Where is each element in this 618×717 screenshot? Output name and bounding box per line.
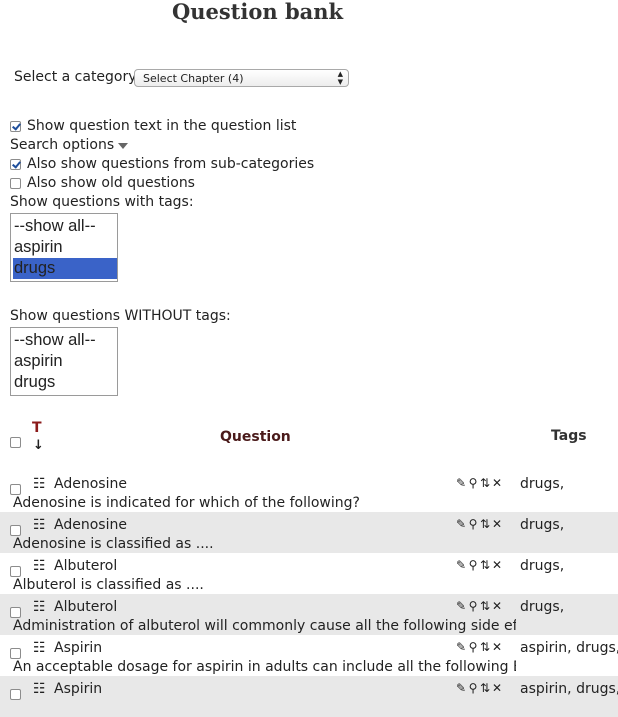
old-questions-option[interactable]: Also show old questions: [10, 175, 195, 192]
show-text-checkbox[interactable]: [10, 121, 21, 132]
question-tags: aspirin, drugs,: [520, 640, 618, 656]
preview-icon[interactable]: ⚲: [467, 599, 479, 613]
show-text-label: Show question text in the question list: [27, 118, 297, 134]
multichoice-type-icon: ☷: [33, 681, 46, 697]
table-row: ☷ Adenosine Adenosine is classified as .…: [0, 512, 618, 553]
question-text: An acceptable dosage for aspirin in adul…: [13, 659, 516, 675]
question-text: Administration of albuterol will commonl…: [13, 618, 516, 634]
move-icon[interactable]: ⇅: [479, 476, 491, 490]
preview-icon[interactable]: ⚲: [467, 681, 479, 695]
without-tags-option[interactable]: --show all--: [13, 330, 117, 351]
question-tags: drugs,: [520, 599, 565, 615]
question-text: Adenosine is classified as ....: [13, 536, 214, 552]
with-tags-option-selected[interactable]: drugs: [13, 258, 117, 279]
multichoice-type-icon: ☷: [33, 558, 46, 574]
edit-icon[interactable]: ✎: [455, 599, 467, 613]
delete-icon[interactable]: ✕: [491, 517, 503, 531]
without-tags-listbox[interactable]: --show all-- aspirin drugs: [10, 327, 118, 396]
table-row: ☷ Aspirin An acceptable dosage for aspir…: [0, 635, 618, 676]
category-select-value: Select Chapter (4): [143, 72, 244, 85]
chevron-down-icon: [118, 142, 129, 149]
multichoice-type-icon: ☷: [33, 476, 46, 492]
move-icon[interactable]: ⇅: [479, 640, 491, 654]
question-name: Aspirin: [54, 640, 103, 656]
tags-column-header: Tags: [551, 428, 587, 444]
table-row: ☷ Adenosine Adenosine is indicated for w…: [0, 471, 618, 512]
question-name: Adenosine: [54, 476, 127, 492]
edit-icon[interactable]: ✎: [455, 476, 467, 490]
delete-icon[interactable]: ✕: [491, 681, 503, 695]
multichoice-type-icon: ☷: [33, 599, 46, 615]
preview-icon[interactable]: ⚲: [467, 640, 479, 654]
sub-categories-option[interactable]: Also show questions from sub-categories: [10, 156, 314, 173]
select-arrows-icon: ▲ ▼: [337, 70, 343, 86]
move-icon[interactable]: ⇅: [479, 599, 491, 613]
without-tags-option[interactable]: aspirin: [13, 351, 117, 372]
with-tags-option[interactable]: --show all--: [13, 216, 117, 237]
question-tags: drugs,: [520, 558, 565, 574]
old-questions-label: Also show old questions: [27, 175, 195, 191]
edit-icon[interactable]: ✎: [455, 640, 467, 654]
with-tags-option[interactable]: aspirin: [13, 237, 117, 258]
question-tags: aspirin, drugs,: [520, 681, 618, 697]
multichoice-type-icon: ☷: [33, 517, 46, 533]
without-tags-label: Show questions WITHOUT tags:: [10, 308, 231, 324]
question-name: Aspirin: [54, 681, 103, 697]
preview-icon[interactable]: ⚲: [467, 517, 479, 531]
delete-icon[interactable]: ✕: [491, 558, 503, 572]
table-row: ☷ Albuterol Albuterol is classified as .…: [0, 553, 618, 594]
preview-icon[interactable]: ⚲: [467, 558, 479, 572]
multichoice-type-icon: ☷: [33, 640, 46, 656]
edit-icon[interactable]: ✎: [455, 517, 467, 531]
sort-arrow-icon[interactable]: ↓: [33, 438, 44, 453]
with-tags-label: Show questions with tags:: [10, 194, 194, 210]
show-text-option[interactable]: Show question text in the question list: [10, 118, 296, 135]
question-column-header[interactable]: Question: [220, 429, 291, 445]
delete-icon[interactable]: ✕: [491, 640, 503, 654]
sub-categories-checkbox[interactable]: [10, 159, 21, 170]
question-name: Albuterol: [54, 599, 118, 615]
edit-icon[interactable]: ✎: [455, 681, 467, 695]
question-text: Albuterol is classified as ....: [13, 577, 204, 593]
table-row: ☷ Albuterol Administration of albuterol …: [0, 594, 618, 635]
row-checkbox[interactable]: [10, 689, 21, 700]
move-icon[interactable]: ⇅: [479, 517, 491, 531]
search-options-toggle[interactable]: Search options: [10, 137, 129, 154]
table-row: ☷ Aspirin ✎ ⚲ ⇅ ✕ aspirin, drugs,: [0, 676, 618, 717]
with-tags-listbox[interactable]: --show all-- aspirin drugs: [10, 213, 118, 282]
old-questions-checkbox[interactable]: [10, 178, 21, 189]
search-options-label: Search options: [10, 137, 115, 153]
question-name: Albuterol: [54, 558, 118, 574]
select-all-checkbox-wrap[interactable]: [10, 432, 21, 451]
category-select[interactable]: Select Chapter (4) ▲ ▼: [134, 69, 349, 87]
delete-icon[interactable]: ✕: [491, 599, 503, 613]
edit-icon[interactable]: ✎: [455, 558, 467, 572]
delete-icon[interactable]: ✕: [491, 476, 503, 490]
move-icon[interactable]: ⇅: [479, 558, 491, 572]
category-label: Select a category:: [14, 69, 141, 85]
sub-categories-label: Also show questions from sub-categories: [27, 156, 315, 172]
question-tags: drugs,: [520, 476, 565, 492]
select-all-checkbox[interactable]: [10, 437, 21, 448]
question-name: Adenosine: [54, 517, 127, 533]
question-tags: drugs,: [520, 517, 565, 533]
question-text: Adenosine is indicated for which of the …: [13, 495, 360, 511]
type-column-header[interactable]: T: [32, 420, 42, 436]
preview-icon[interactable]: ⚲: [467, 476, 479, 490]
page-title: Question bank: [171, 0, 344, 24]
without-tags-option[interactable]: drugs: [13, 372, 117, 393]
move-icon[interactable]: ⇅: [479, 681, 491, 695]
